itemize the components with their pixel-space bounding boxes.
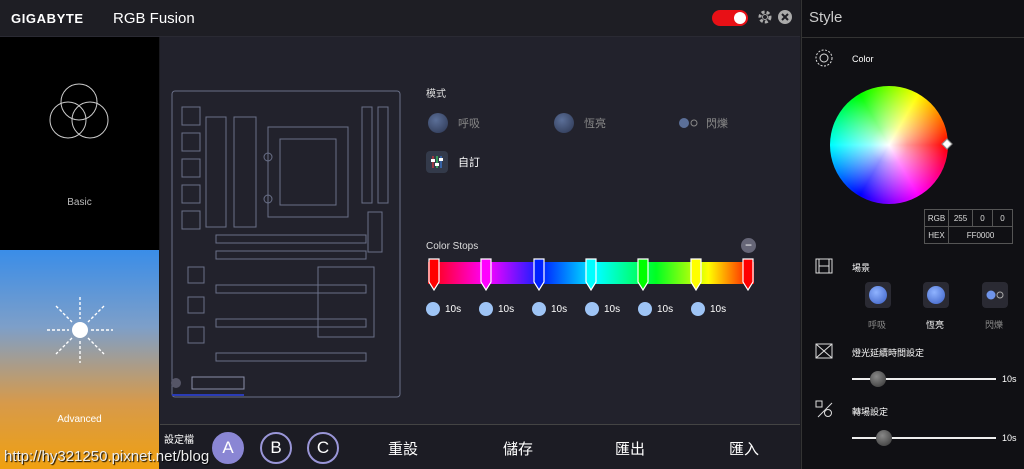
stop-duration[interactable]: 10s — [691, 302, 726, 316]
import-button[interactable]: 匯入 — [729, 438, 759, 459]
film-strip-icon — [815, 258, 833, 274]
close-icon[interactable] — [776, 9, 794, 27]
stop-duration[interactable]: 10s — [638, 302, 673, 316]
transition-icon — [815, 400, 833, 418]
venn-circles-icon — [49, 83, 109, 139]
blue-value[interactable]: 0 — [992, 209, 1013, 227]
profile-label: 設定檔 — [164, 435, 194, 446]
duration-value: 10s — [445, 303, 462, 315]
delay-label: 燈光延續時間設定 — [852, 348, 925, 358]
delay-slider[interactable] — [852, 371, 996, 387]
duration-dot-icon — [638, 302, 652, 316]
stop-duration[interactable]: 10s — [532, 302, 567, 316]
duration-dot-icon — [479, 302, 493, 316]
transition-label: 轉場設定 — [852, 407, 889, 417]
remove-stop-button[interactable]: − — [741, 238, 756, 253]
option-flash[interactable]: 閃爍 — [678, 115, 728, 131]
rgb-label: RGB — [924, 209, 949, 227]
green-value[interactable]: 0 — [972, 209, 993, 227]
color-stop-marker[interactable] — [585, 258, 597, 292]
scene-label: 場景 — [852, 263, 871, 273]
profile-a-button[interactable]: A — [212, 432, 244, 464]
scene-static-button[interactable] — [923, 282, 949, 308]
style-panel: Style Color RGB 255 0 0 HEX FF0000 場景 呼吸… — [801, 0, 1024, 469]
hourglass-icon — [815, 343, 833, 359]
basic-mode-tab[interactable]: Basic — [0, 37, 159, 250]
sliders-icon — [426, 151, 448, 173]
option-static[interactable]: 恆亮 — [554, 113, 606, 133]
scene-breathing-label: 呼吸 — [868, 320, 887, 330]
option-static-label: 恆亮 — [584, 118, 606, 130]
bottom-bar: 設定檔 A B C 重設 儲存 匯出 匯入 — [160, 424, 800, 469]
breathing-icon — [428, 113, 448, 133]
duration-value: 10s — [498, 303, 515, 315]
red-value[interactable]: 255 — [948, 209, 973, 227]
duration-value: 10s — [551, 303, 568, 315]
option-flash-label: 閃爍 — [706, 118, 728, 130]
stop-duration[interactable]: 10s — [426, 302, 461, 316]
gigabyte-logo: GIGABYTE — [11, 11, 84, 26]
title-bar: GIGABYTE RGB Fusion — [0, 0, 800, 37]
delay-slider-thumb[interactable] — [870, 371, 886, 387]
option-breathing[interactable]: 呼吸 — [428, 113, 480, 133]
mode-label: 模式 — [426, 89, 446, 100]
static-icon — [554, 113, 574, 133]
basic-mode-label: Basic — [67, 197, 92, 208]
delay-value: 10s — [1002, 374, 1017, 384]
flash-icon — [679, 118, 698, 128]
profile-b-button[interactable]: B — [260, 432, 292, 464]
scene-flash-button[interactable] — [982, 282, 1008, 308]
option-custom-label: 自訂 — [458, 157, 480, 169]
color-stop-marker[interactable] — [428, 258, 440, 292]
profile-c-button[interactable]: C — [307, 432, 339, 464]
scene-breathing-button[interactable] — [865, 282, 891, 308]
mode-sidebar: Basic Advanced — [0, 37, 159, 469]
color-stops-label: Color Stops — [426, 241, 479, 252]
color-stop-marker[interactable] — [690, 258, 702, 292]
style-title: Style — [809, 9, 843, 26]
color-label: Color — [852, 54, 874, 64]
scene-flash-label: 閃爍 — [985, 320, 1004, 330]
duration-dot-icon — [585, 302, 599, 316]
power-toggle[interactable] — [712, 10, 748, 26]
advanced-mode-label: Advanced — [57, 414, 102, 425]
app-title: RGB Fusion — [113, 10, 195, 27]
option-custom[interactable]: 自訂 — [426, 151, 480, 173]
watermark-url: http://hy321250.pixnet.net/blog — [4, 448, 210, 465]
toggle-knob — [734, 12, 746, 24]
hex-label: HEX — [924, 226, 949, 244]
motherboard-diagram — [171, 90, 401, 398]
duration-dot-icon — [691, 302, 705, 316]
advanced-mode-tab[interactable]: Advanced — [0, 250, 159, 469]
main-panel: 模式 呼吸 恆亮 閃爍 自訂 Color Stops − 10s 10s 10s 10… — [160, 37, 800, 469]
rgb-table: RGB 255 0 0 HEX FF0000 — [924, 209, 1013, 244]
color-stop-marker[interactable] — [533, 258, 545, 292]
save-button[interactable]: 儲存 — [503, 438, 533, 459]
duration-value: 10s — [710, 303, 727, 315]
hex-value[interactable]: FF0000 — [948, 226, 1013, 244]
scene-static-label: 恆亮 — [926, 320, 945, 330]
duration-dot-icon — [532, 302, 546, 316]
duration-value: 10s — [657, 303, 674, 315]
transition-slider-thumb[interactable] — [876, 430, 892, 446]
stop-duration[interactable]: 10s — [585, 302, 620, 316]
sunburst-icon — [47, 297, 113, 363]
color-wheel-icon — [815, 49, 833, 67]
gear-icon[interactable] — [756, 9, 774, 27]
export-button[interactable]: 匯出 — [615, 438, 645, 459]
transition-slider[interactable] — [852, 430, 996, 446]
color-wheel[interactable] — [830, 86, 948, 204]
reset-button[interactable]: 重設 — [388, 438, 418, 459]
color-stop-marker[interactable] — [637, 258, 649, 292]
transition-value: 10s — [1002, 433, 1017, 443]
color-stop-marker[interactable] — [742, 258, 754, 292]
duration-dot-icon — [426, 302, 440, 316]
divider — [802, 37, 1024, 38]
option-breathing-label: 呼吸 — [458, 118, 480, 130]
duration-value: 10s — [604, 303, 621, 315]
stop-duration[interactable]: 10s — [479, 302, 514, 316]
color-stop-marker[interactable] — [480, 258, 492, 292]
